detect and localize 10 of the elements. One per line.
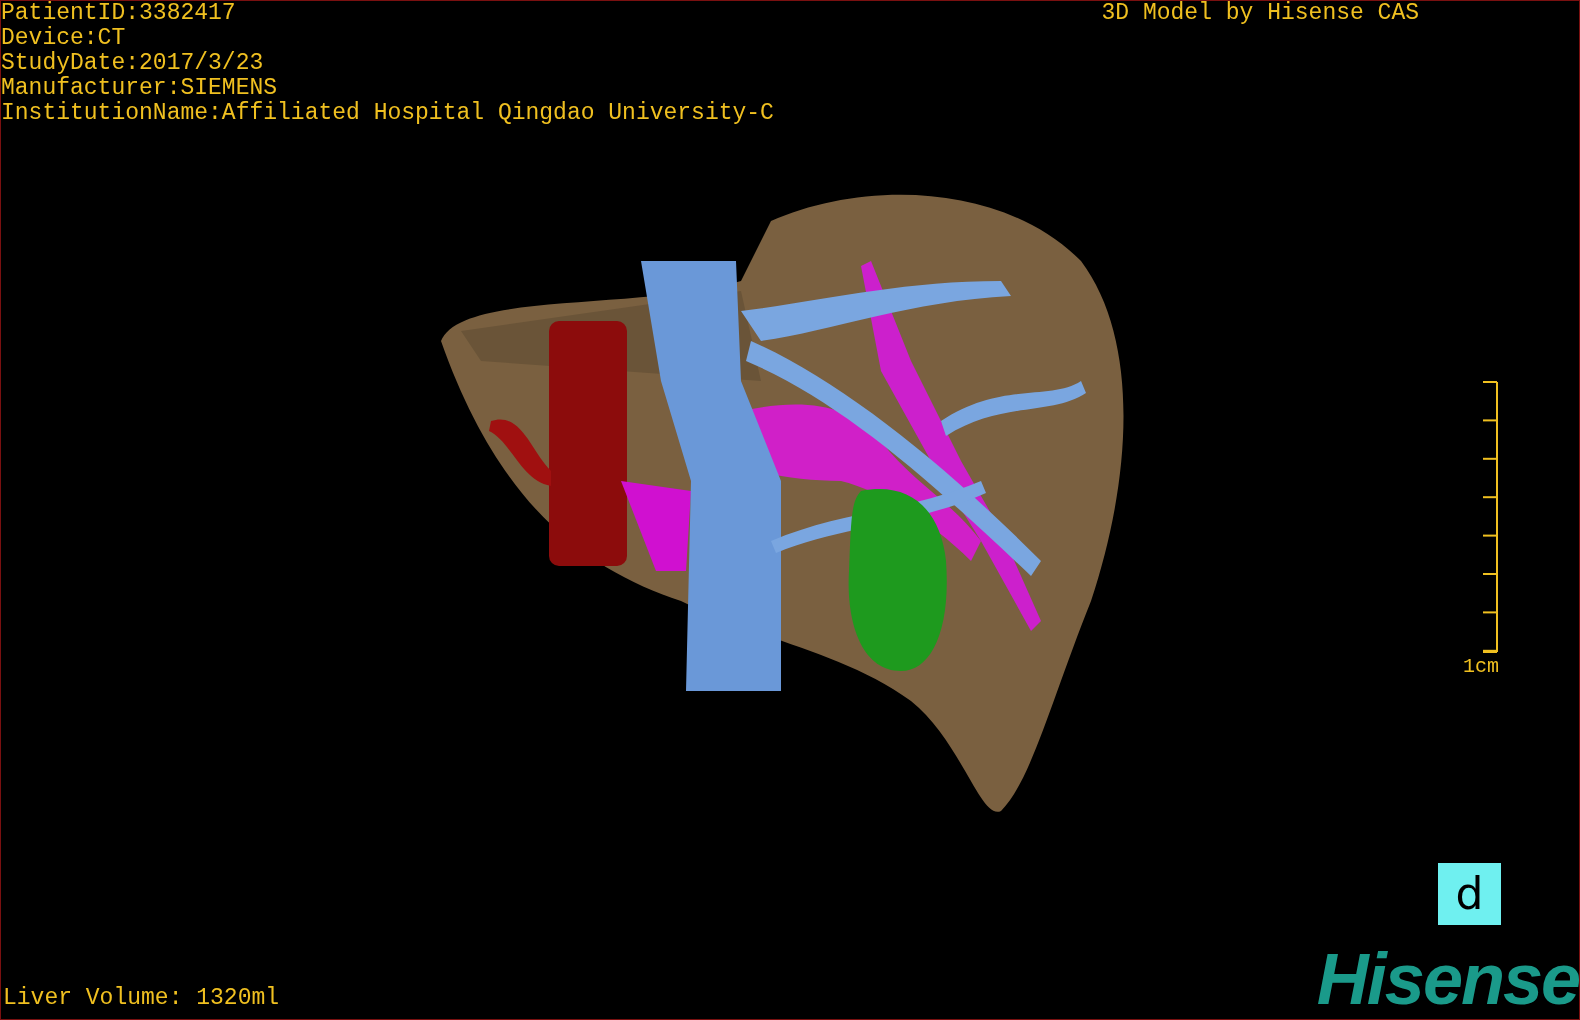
info-line: StudyDate:2017/3/23 xyxy=(1,51,265,76)
liver-volume: Liver Volume: 1320ml xyxy=(2,986,280,1011)
info-line: PatientID:3382417 xyxy=(1,1,237,26)
info-line: Manufacturer:SIEMENS xyxy=(1,76,279,101)
info-line: InstitutionName:Affiliated Hospital Qingdao University-C xyxy=(1,101,774,126)
view-badge: d xyxy=(1438,863,1501,925)
scale-label: 1cm xyxy=(1463,655,1499,679)
info-line: Device:CT xyxy=(1,26,127,51)
logo: Hisense xyxy=(1316,947,1579,1011)
viewer-title: 3D Model by Hisense CAS xyxy=(1101,1,1419,26)
